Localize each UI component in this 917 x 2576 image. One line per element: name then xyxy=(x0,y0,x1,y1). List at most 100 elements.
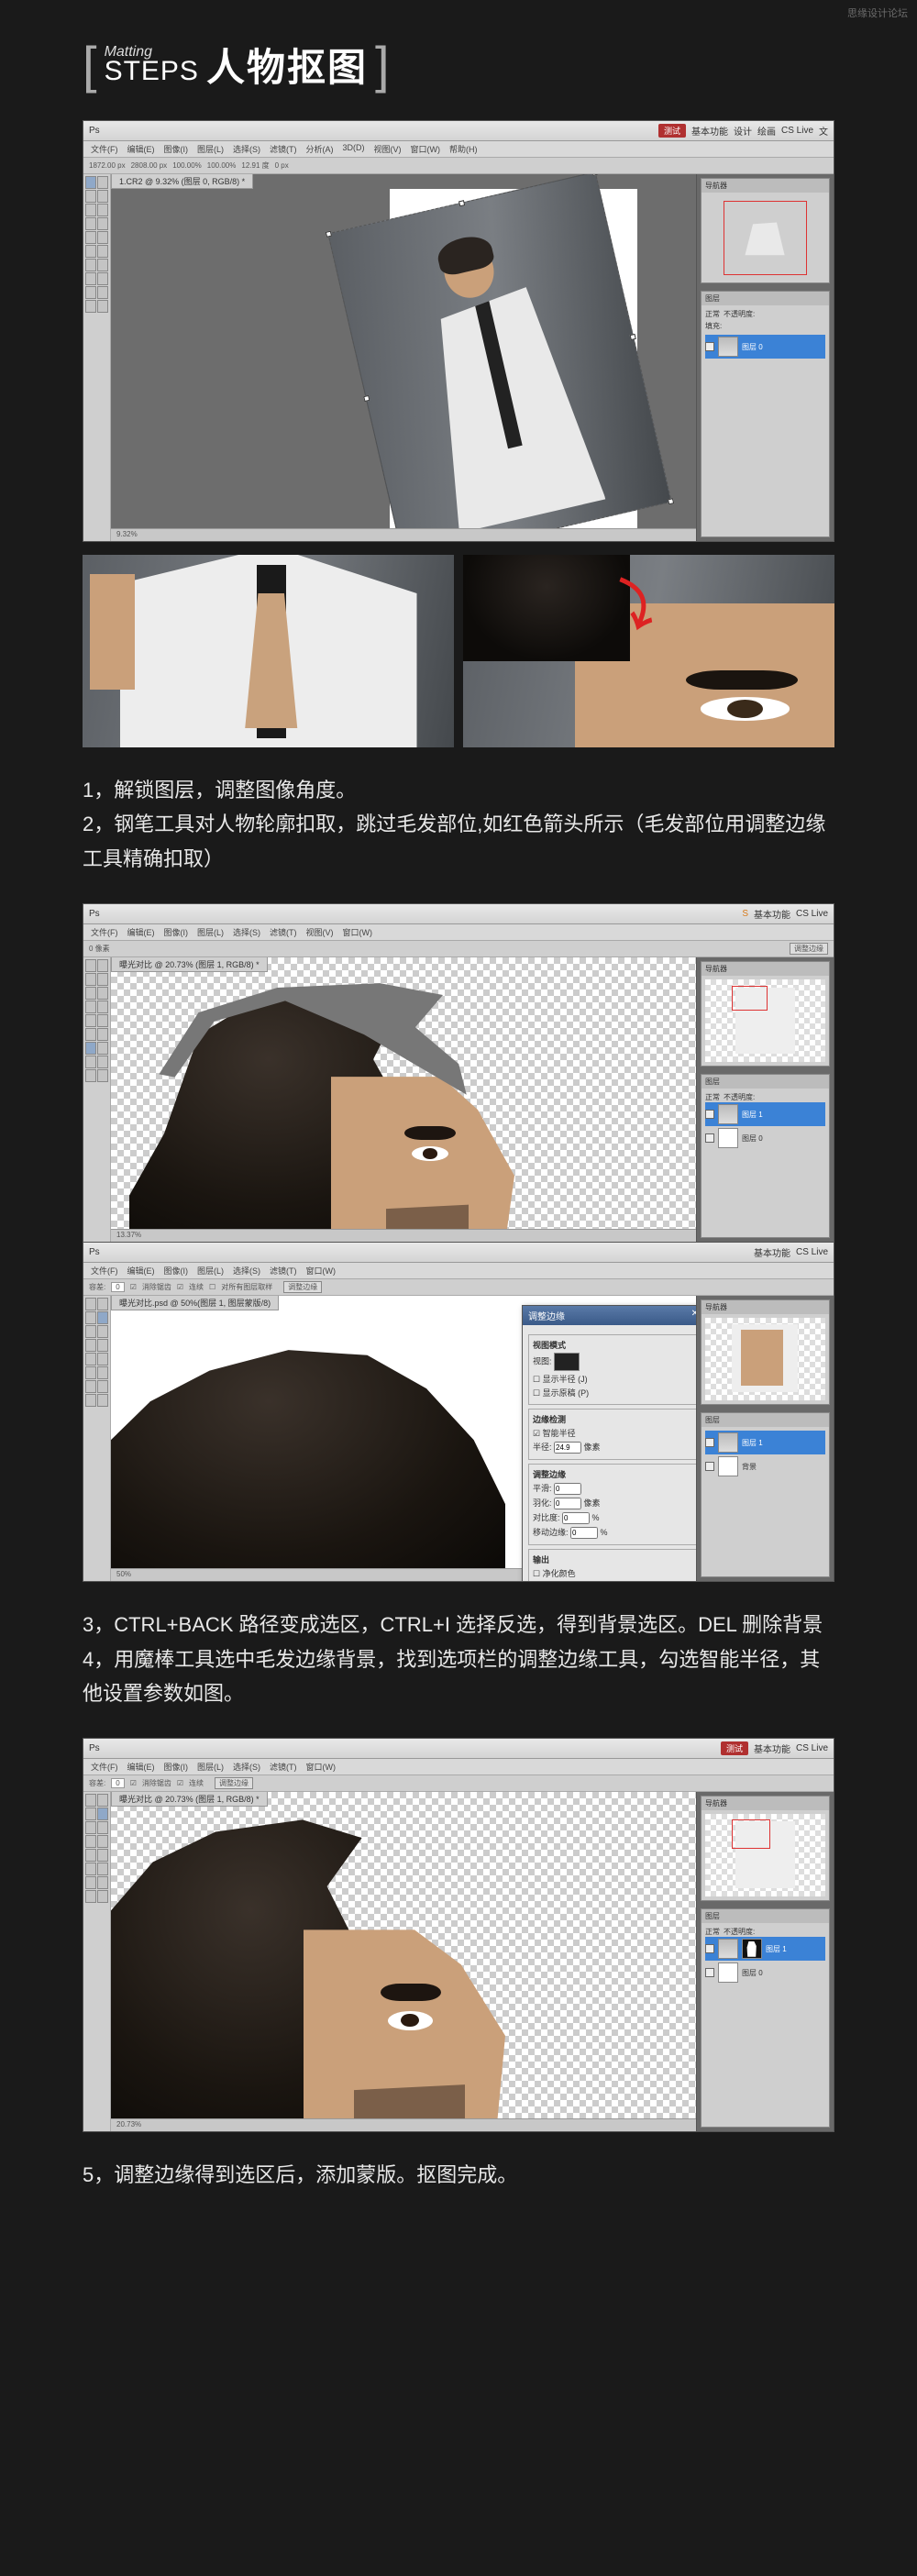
input-radius[interactable] xyxy=(554,1442,581,1454)
eraser-tool-icon[interactable] xyxy=(85,245,96,258)
magic-wand-tool-icon[interactable] xyxy=(97,1311,108,1324)
nav-thumb-3[interactable] xyxy=(705,1318,825,1400)
move-tool-icon[interactable] xyxy=(85,176,96,189)
gradient-tool-icon[interactable] xyxy=(97,245,108,258)
ps-optionbar-transform: 1872.00 px 2808.00 px 100.00% 100.00% 12… xyxy=(83,158,834,174)
shirt-shape xyxy=(406,269,606,533)
titlebar-cslive[interactable]: CS Live xyxy=(781,126,813,136)
doc-tab-4[interactable]: 曝光对比 @ 20.73% (图层 1, RGB/8) * xyxy=(111,1792,268,1807)
menu-3d[interactable]: 3D(D) xyxy=(343,143,365,155)
menu-view[interactable]: 视图(V) xyxy=(374,143,402,155)
canvas-3[interactable]: 曝光对比.psd @ 50%(图层 1, 图层蒙版/8) 50% 调整边缘✕ 视… xyxy=(111,1296,696,1581)
refine-edge-dialog[interactable]: 调整边缘✕ 视图模式 视图: ☐ 显示半径 (J) ☐ 显示原稿 (P) 边缘检… xyxy=(522,1305,696,1581)
navigator-head[interactable]: 导航器 xyxy=(702,179,829,193)
status-bar-4: 20.73% xyxy=(111,2118,696,2131)
opt-antialias[interactable]: 消除锯齿 xyxy=(142,1282,171,1292)
eyedrop-tool-icon[interactable] xyxy=(97,204,108,216)
layer-row-c[interactable]: 图层 1 xyxy=(705,1431,825,1454)
input-contrast[interactable] xyxy=(562,1512,590,1524)
titlebar-mode-1[interactable]: 基本功能 xyxy=(691,124,728,138)
ps-canvas-area[interactable]: 1.CR2 @ 9.32% (图层 0, RGB/8) * xyxy=(111,174,696,541)
navigator-thumbnail[interactable] xyxy=(705,196,825,279)
brush-tool-icon[interactable] xyxy=(97,217,108,230)
pen-tool-icon[interactable] xyxy=(85,272,96,285)
marquee-tool-icon[interactable] xyxy=(97,176,108,189)
ps-toolbox[interactable] xyxy=(83,174,111,541)
canvas-2[interactable]: 曝光对比 @ 20.73% (图层 1, RGB/8) * 13.37% xyxy=(111,957,696,1242)
blend-mode[interactable]: 正常 xyxy=(705,309,720,319)
nav-thumb-4[interactable] xyxy=(705,1814,825,1896)
refine-edge-button-2[interactable]: 调整边缘 xyxy=(283,1281,322,1293)
shape-tool-icon[interactable] xyxy=(97,286,108,299)
ps-window-4: Ps测试基本功能CS Live 文件(F)编辑(E)图像(I)图层(L)选择(S… xyxy=(83,1738,834,2132)
input-shift[interactable] xyxy=(570,1527,598,1539)
path-tool-icon[interactable] xyxy=(85,286,96,299)
history-tool-icon[interactable] xyxy=(97,231,108,244)
menu-file[interactable]: 文件(F) xyxy=(91,143,118,155)
chk-show-radius[interactable]: 显示半径 (J) xyxy=(543,1375,588,1384)
search-icon[interactable]: 文 xyxy=(819,124,828,138)
chk-show-orig[interactable]: 显示原稿 (P) xyxy=(543,1388,590,1398)
handle-br[interactable] xyxy=(668,498,674,504)
magic-wand-tool-icon[interactable] xyxy=(97,1808,108,1820)
refine-edge-button[interactable]: 调整边缘 xyxy=(790,943,828,955)
layer-row-mask[interactable]: 图层 1 xyxy=(705,1937,825,1961)
doc-tab-2[interactable]: 曝光对比 @ 20.73% (图层 1, RGB/8) * xyxy=(111,957,268,972)
opt-alllayers[interactable]: 对所有图层取样 xyxy=(221,1282,272,1292)
layer-row-a[interactable]: 图层 1 xyxy=(705,1102,825,1126)
menu-filter[interactable]: 滤镜(T) xyxy=(270,143,297,155)
layer-thumb-img[interactable] xyxy=(718,1939,738,1959)
layer-thumb-mask[interactable] xyxy=(742,1939,762,1959)
ps-logo: Ps xyxy=(89,126,100,136)
lasso-tool-icon[interactable] xyxy=(85,190,96,203)
bracket-right: ] xyxy=(375,39,390,91)
text-tool-icon[interactable] xyxy=(97,272,108,285)
input-feather[interactable] xyxy=(554,1498,581,1509)
menu-window[interactable]: 窗口(W) xyxy=(411,143,441,155)
status-bar-2: 13.37% xyxy=(111,1229,696,1242)
layer-row-b[interactable]: 图层 0 xyxy=(705,1126,825,1150)
doc-tab-1[interactable]: 1.CR2 @ 9.32% (图层 0, RGB/8) * xyxy=(111,174,253,189)
transform-bounding-box[interactable] xyxy=(327,174,672,541)
opt-skew: 0 px xyxy=(275,161,289,170)
dodge-tool-icon[interactable] xyxy=(97,259,108,271)
doc-tab-3[interactable]: 曝光对比.psd @ 50%(图层 1, 图层蒙版/8) xyxy=(111,1296,279,1310)
ps-menubar[interactable]: 文件(F) 编辑(E) 图像(I) 图层(L) 选择(S) 滤镜(T) 分析(A… xyxy=(83,141,834,158)
blur-tool-icon[interactable] xyxy=(85,259,96,271)
menu-layer[interactable]: 图层(L) xyxy=(197,143,224,155)
heal-tool-icon[interactable] xyxy=(85,217,96,230)
layers-head[interactable]: 图层 xyxy=(702,292,829,305)
opacity-label: 不透明度: xyxy=(724,309,755,319)
chk-decon[interactable]: 净化颜色 xyxy=(543,1569,576,1578)
opt-tolerance-val[interactable]: 0 xyxy=(111,1282,124,1292)
layer-thumb[interactable] xyxy=(718,337,738,357)
layer-row-0[interactable]: 图层 0 xyxy=(705,335,825,359)
canvas-4[interactable]: 曝光对比 @ 20.73% (图层 1, RGB/8) * 20.73% xyxy=(111,1792,696,2131)
menu-edit[interactable]: 编辑(E) xyxy=(127,143,155,155)
input-smooth[interactable] xyxy=(554,1483,581,1495)
opt-contiguous[interactable]: 连续 xyxy=(189,1282,204,1292)
menu-image[interactable]: 图像(I) xyxy=(164,143,189,155)
view-swatch[interactable] xyxy=(554,1353,580,1371)
step-3: 3，CTRL+BACK 路径变成选区，CTRL+I 选择反选，得到背景选区。DE… xyxy=(83,1608,834,1642)
eye-icon[interactable] xyxy=(705,342,714,351)
menu-select[interactable]: 选择(S) xyxy=(233,143,260,155)
titlebar-mode-2[interactable]: 设计 xyxy=(734,124,752,138)
chk-smart-radius[interactable]: 智能半径 xyxy=(543,1429,576,1438)
zoom-tool-icon[interactable] xyxy=(97,300,108,313)
layer-row-d[interactable]: 背景 xyxy=(705,1454,825,1478)
wand-tool-icon[interactable] xyxy=(97,190,108,203)
nav-thumb-2[interactable] xyxy=(705,979,825,1062)
handle-rc[interactable] xyxy=(630,334,636,340)
titlebar-mode-3[interactable]: 绘画 xyxy=(757,124,776,138)
canvas-1[interactable] xyxy=(390,189,637,537)
hand-tool-icon[interactable] xyxy=(85,300,96,313)
menu-help[interactable]: 帮助(H) xyxy=(449,143,478,155)
layer-row-bg[interactable]: 图层 0 xyxy=(705,1961,825,1985)
stamp-tool-icon[interactable] xyxy=(85,231,96,244)
crop-tool-icon[interactable] xyxy=(85,204,96,216)
menu-analysis[interactable]: 分析(A) xyxy=(306,143,334,155)
pen-tool-icon[interactable] xyxy=(85,1042,96,1055)
refine-edge-button-3[interactable]: 调整边缘 xyxy=(215,1777,253,1789)
close-icon[interactable]: ✕ xyxy=(691,1309,696,1322)
